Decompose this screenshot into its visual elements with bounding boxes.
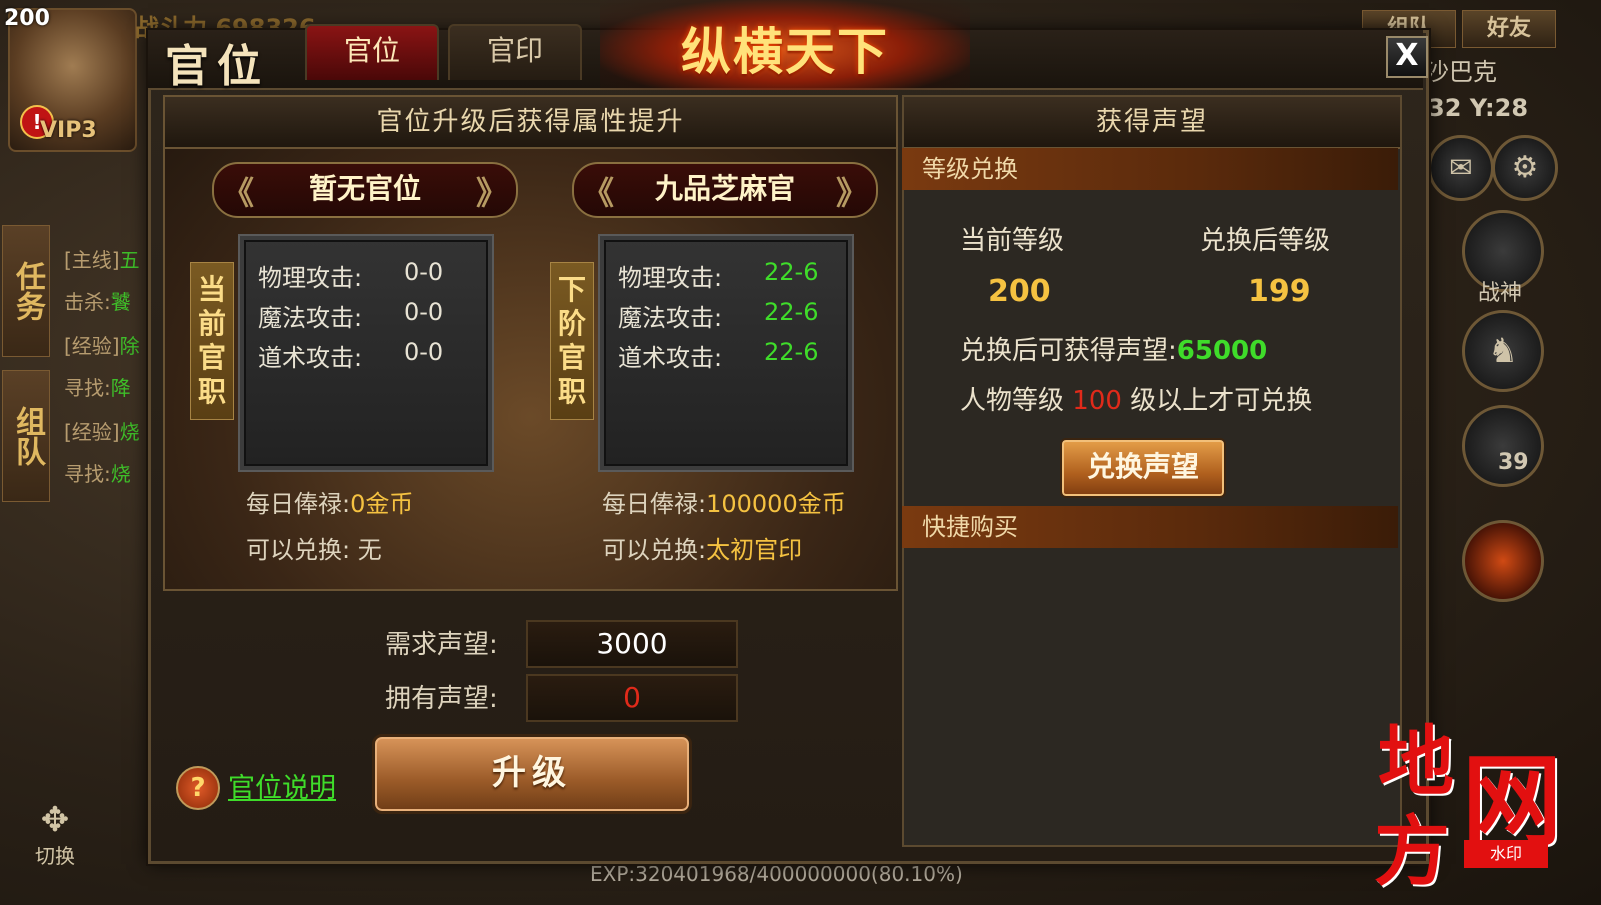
current-rank-name: 暂无官位 (308, 172, 421, 205)
stat-row: 物理攻击: 22-6 (618, 258, 819, 292)
banner-title: 纵横天下 (681, 22, 889, 81)
next-rank-plate: 《 九品芝麻官 》 (572, 162, 878, 218)
chevron-right-icon: 》 (475, 174, 508, 212)
next-rank-label-text: 下阶官职 (558, 273, 587, 408)
stat-row: 魔法攻击: 0-0 (258, 298, 444, 332)
next-salary: 每日俸禄:100000金币 (602, 490, 846, 518)
level-exchange-section: 等级兑换 (902, 148, 1398, 190)
close-button[interactable]: X (1386, 36, 1428, 78)
rank-help-link[interactable]: 官位说明 (228, 766, 336, 805)
current-rank-plate: 《 暂无官位 》 (212, 162, 518, 218)
chevron-right-icon: 》 (835, 174, 868, 212)
quick-buy-section: 快捷购买 (902, 506, 1398, 548)
required-reputation-label: 需求声望: (385, 630, 498, 660)
window-title: 官位 (165, 41, 269, 92)
next-rank-label: 下阶官职 (550, 262, 594, 420)
stat-row: 魔法攻击: 22-6 (618, 298, 819, 332)
required-reputation-value: 3000 (526, 620, 738, 668)
chevron-left-icon: 《 (222, 174, 255, 212)
switch-label: 切换 (35, 844, 75, 868)
current-rank-label-text: 当前官职 (198, 273, 227, 408)
friend-button[interactable]: 好友 (1462, 10, 1556, 48)
watermark-stamp: 水印 (1464, 840, 1548, 868)
vip-badge[interactable]: VIP3 (40, 118, 97, 143)
level-requirement-line: 人物等级 100 级以上才可兑换 (960, 386, 1313, 416)
stat-row: 道术攻击: 0-0 (258, 338, 444, 372)
tab-seal[interactable]: 官印 (448, 24, 582, 80)
help-icon[interactable]: ? (176, 766, 220, 810)
chevron-left-icon: 《 (582, 174, 615, 212)
task-line[interactable]: [经验]除 (64, 330, 144, 359)
after-level-value: 199 (1248, 274, 1311, 309)
current-salary: 每日俸禄:0金币 (246, 490, 414, 518)
upgrade-button[interactable]: 升级 (372, 734, 692, 814)
badge-count: 39 (1498, 450, 1529, 475)
horse-icon[interactable]: ♞ (1462, 310, 1544, 392)
side-tab-team[interactable]: 组队 (2, 370, 50, 502)
current-level-label: 当前等级 (960, 226, 1065, 256)
settings-gear-icon[interactable]: ⚙ (1492, 135, 1558, 201)
map-coords: 32 Y:28 (1428, 94, 1529, 122)
fire-skill-icon[interactable] (1462, 520, 1544, 602)
player-level: 200 (4, 6, 50, 31)
next-exchange: 可以兑换:太初官印 (602, 536, 803, 564)
mail-icon[interactable]: ✉ (1428, 135, 1494, 201)
side-tab-tasks[interactable]: 任务 (2, 225, 50, 357)
next-rank-name: 九品芝麻官 (654, 172, 795, 205)
switch-button[interactable]: ✥ 切换 (20, 800, 90, 880)
task-line[interactable]: 寻找:降 (64, 372, 144, 401)
stat-row: 道术攻击: 22-6 (618, 338, 819, 372)
tab-rank[interactable]: 官位 (305, 24, 439, 80)
player-name: 沙巴克 (1425, 58, 1497, 86)
switch-icon: ✥ (40, 800, 70, 840)
owned-reputation-value: 0 (526, 674, 738, 722)
current-rank-label: 当前官职 (190, 262, 234, 420)
attribute-panel-header: 官位升级后获得属性提升 (165, 97, 896, 149)
next-stats-box: 物理攻击: 22-6 魔法攻击: 22-6 道术攻击: 22-6 (600, 236, 852, 470)
reputation-panel-header: 获得声望 (904, 97, 1400, 149)
stat-row: 物理攻击: 0-0 (258, 258, 444, 292)
task-line[interactable]: 击杀:饕 (64, 286, 144, 315)
current-stats-box: 物理攻击: 0-0 魔法攻击: 0-0 道术攻击: 0-0 (240, 236, 492, 470)
task-line[interactable]: 寻找:烧 (64, 458, 144, 487)
current-exchange: 可以兑换: 无 (246, 536, 382, 564)
task-line[interactable]: [经验]烧 (64, 416, 144, 445)
watermark-char: 方 (1374, 807, 1450, 896)
task-line[interactable]: [主线]五 (64, 244, 144, 273)
exchange-reputation-button[interactable]: 兑换声望 (1060, 438, 1226, 498)
gain-reputation-line: 兑换后可获得声望:65000 (960, 336, 1268, 366)
owned-reputation-label: 拥有声望: (385, 684, 498, 714)
battle-god-label: 战神 (1478, 281, 1523, 306)
after-level-label: 兑换后等级 (1200, 226, 1331, 256)
exp-text: EXP:320401968/400000000(80.10%) (590, 862, 963, 886)
current-level-value: 200 (988, 274, 1051, 309)
